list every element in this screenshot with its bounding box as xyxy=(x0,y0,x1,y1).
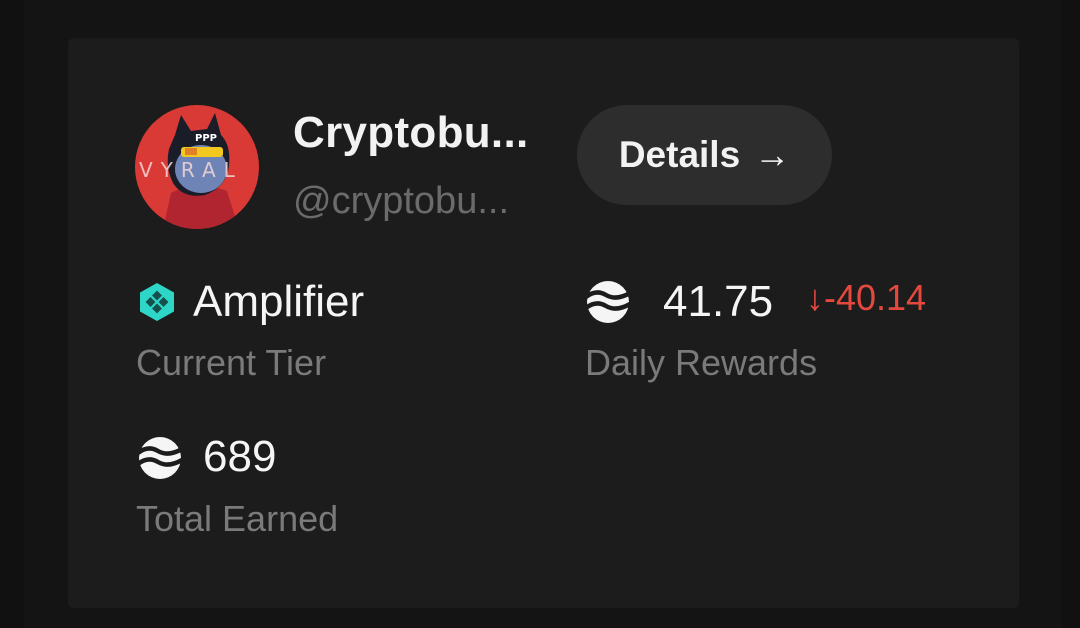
daily-rewards-change: ↓-40.14 xyxy=(806,277,927,318)
svg-text:VYRAL: VYRAL xyxy=(139,158,243,182)
tier-gem-icon xyxy=(140,283,174,321)
details-button-label: Details xyxy=(618,134,741,175)
daily-rewards-value: 41.75 xyxy=(663,277,774,326)
user-handle: @cryptobu... xyxy=(293,180,509,222)
total-earned-value: 689 xyxy=(203,432,277,481)
arrow-right-icon: → xyxy=(754,134,791,175)
daily-rewards-label: Daily Rewards xyxy=(585,342,818,383)
display-name: Cryptobu... xyxy=(293,108,529,157)
tier-label: Current Tier xyxy=(136,342,327,383)
avatar[interactable]: PPP VYRAL xyxy=(135,105,259,229)
tier-value: Amplifier xyxy=(193,277,365,326)
total-earned-label: Total Earned xyxy=(136,498,339,539)
token-icon xyxy=(584,281,632,323)
token-icon xyxy=(136,437,184,479)
details-button[interactable]: Details → xyxy=(577,105,832,205)
svg-text:PPP: PPP xyxy=(195,133,217,144)
